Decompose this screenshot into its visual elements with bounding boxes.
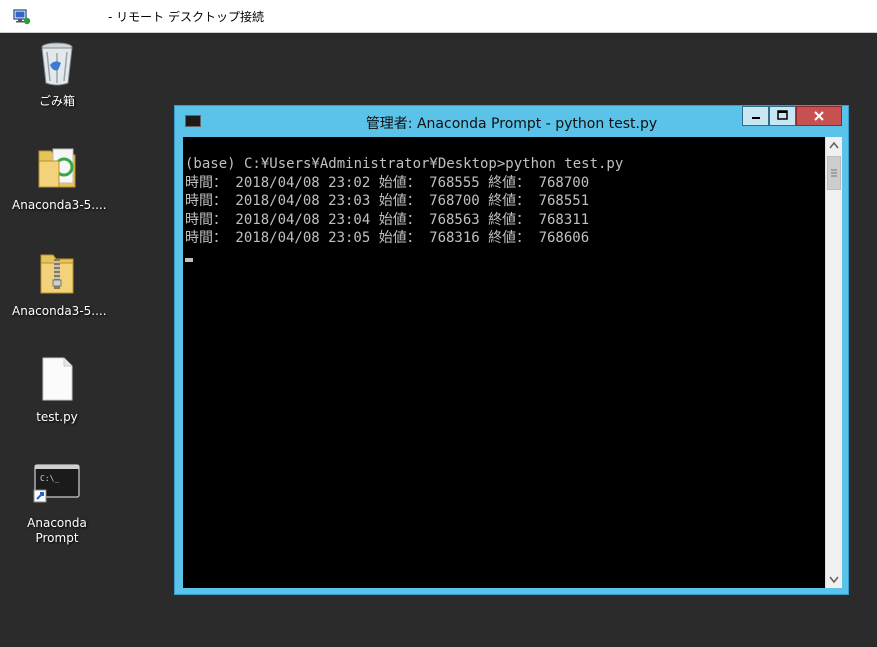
close-icon — [814, 111, 824, 121]
maximize-icon — [777, 110, 788, 120]
console-line: 時間： 2018/04/08 23:03 始値： 768700 終値： 7685… — [185, 193, 590, 209]
close-button[interactable] — [796, 106, 842, 126]
scroll-thumb[interactable] — [827, 156, 841, 190]
rdp-titlebar: - リモート デスクトップ接続 — [0, 0, 877, 33]
maximize-button[interactable] — [769, 106, 796, 126]
desktop-icon-anaconda-folder[interactable]: Anaconda3-5.... — [12, 143, 107, 213]
desktop-icon-anaconda-prompt[interactable]: C:\_ Anaconda Prompt — [12, 461, 102, 546]
desktop-icon-label: Anaconda Prompt — [27, 516, 87, 545]
minimize-icon — [752, 117, 760, 119]
console-output-area[interactable]: (base) C:¥Users¥Administrator¥Desktop>py… — [183, 137, 842, 588]
scroll-down-arrow-icon[interactable] — [826, 571, 842, 588]
rdp-window-title: - リモート デスクトップ接続 — [108, 10, 264, 24]
desktop-icon-label: test.py — [36, 410, 78, 424]
svg-text:C:\_: C:\_ — [40, 474, 59, 483]
grip-icon — [831, 169, 837, 177]
console-window[interactable]: 管理者: Anaconda Prompt - python test.py (b… — [174, 105, 849, 595]
text-cursor — [185, 258, 193, 262]
console-shortcut-icon: C:\_ — [33, 464, 80, 503]
scroll-up-arrow-icon[interactable] — [826, 137, 842, 154]
desktop-icon-label: ごみ箱 — [38, 94, 75, 108]
recycle-bin-icon — [41, 42, 73, 86]
console-line: 時間： 2018/04/08 23:02 始値： 768555 終値： 7687… — [185, 174, 590, 191]
console-line: 時間： 2018/04/08 23:04 始値： 768563 終値： 7683… — [185, 211, 590, 228]
console-line: (base) C:¥Users¥Administrator¥Desktop>py… — [185, 156, 624, 172]
desktop-icon-label: Anaconda3-5.... — [12, 304, 107, 318]
zip-folder-icon — [40, 254, 74, 294]
desktop-icon-anaconda-zip[interactable]: Anaconda3-5.... — [12, 249, 107, 319]
file-icon — [42, 357, 73, 401]
desktop-icon-recycle-bin[interactable]: ごみ箱 — [12, 39, 102, 109]
desktop-icon-test-py[interactable]: test.py — [12, 355, 102, 425]
remote-desktop-icon — [13, 9, 31, 25]
minimize-button[interactable] — [742, 106, 769, 126]
folder-icon — [38, 148, 76, 188]
vertical-scrollbar[interactable] — [825, 137, 842, 588]
desktop-icon-label: Anaconda3-5.... — [12, 198, 107, 212]
console-line: 時間： 2018/04/08 23:05 始値： 768316 終値： 7686… — [185, 230, 590, 246]
console-titlebar[interactable]: 管理者: Anaconda Prompt - python test.py — [175, 106, 848, 137]
console-output-text: (base) C:¥Users¥Administrator¥Desktop>py… — [185, 155, 623, 248]
